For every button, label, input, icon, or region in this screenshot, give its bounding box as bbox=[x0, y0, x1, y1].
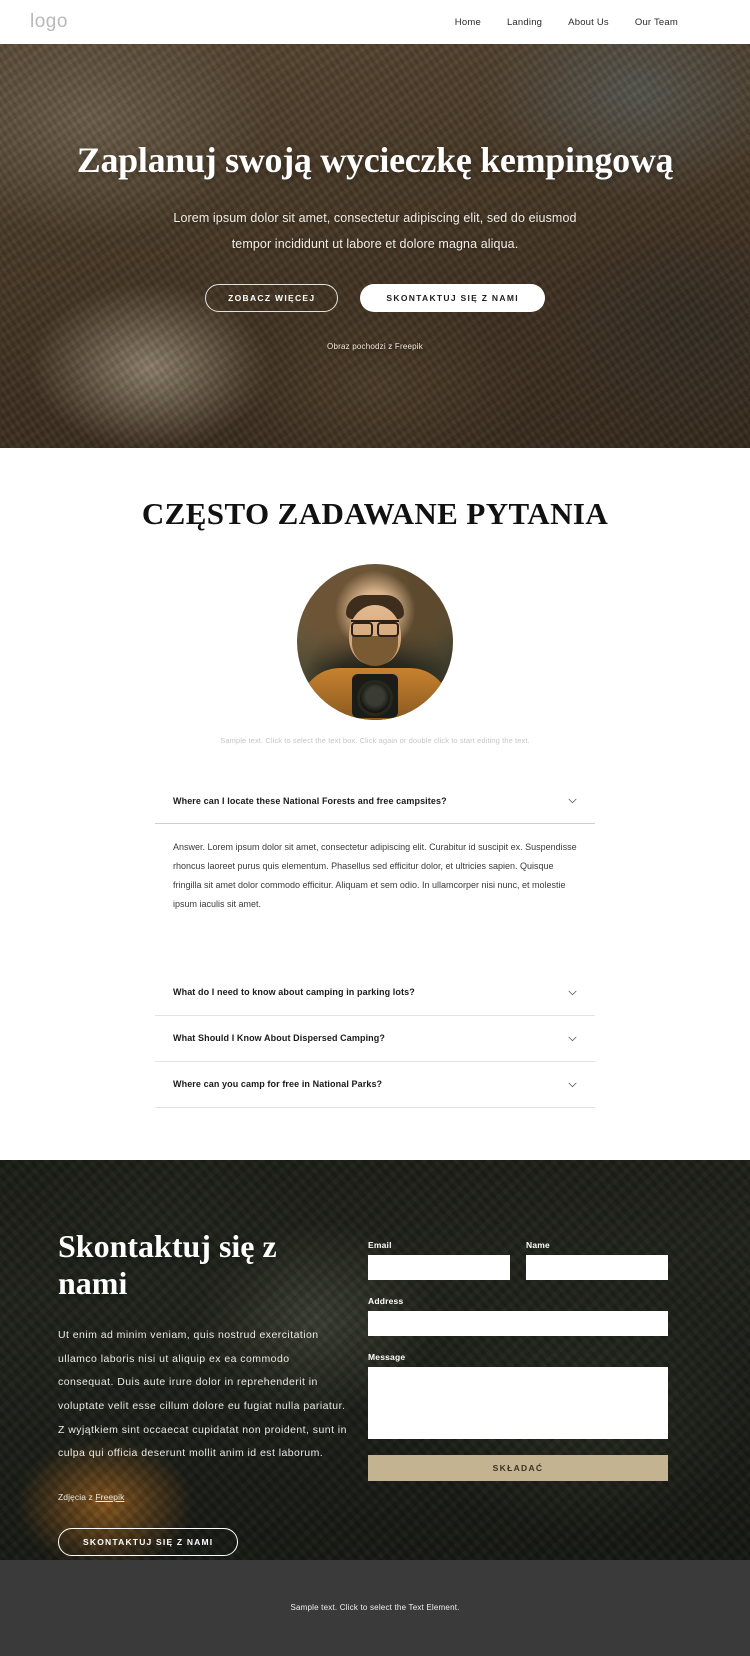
avatar bbox=[297, 564, 453, 720]
glasses-icon bbox=[351, 620, 399, 638]
hero-image-credit: Obraz pochodzi z Freepik bbox=[327, 341, 423, 351]
main-navigation: Home Landing About Us Our Team bbox=[455, 17, 720, 28]
contact-us-button-secondary[interactable]: SKONTAKTUJ SIĘ Z NAMI bbox=[58, 1527, 239, 1556]
hero-title: Zaplanuj swoją wycieczkę kempingową bbox=[76, 140, 674, 180]
faq-item-1[interactable]: Where can I locate these National Forest… bbox=[155, 778, 595, 825]
name-label: Name bbox=[526, 1239, 550, 1250]
avatar-beard bbox=[352, 635, 398, 666]
nav-item-home[interactable]: Home bbox=[455, 17, 481, 28]
contact-title: Skontaktuj się z nami bbox=[58, 1227, 277, 1301]
message-label: Message bbox=[368, 1351, 406, 1362]
hero-section: Zaplanuj swoją wycieczkę kempingową Lore… bbox=[0, 44, 750, 448]
nav-item-landing[interactable]: Landing bbox=[507, 17, 542, 28]
contact-description: Ut enim ad minim veniam, quis nostrud ex… bbox=[58, 1329, 347, 1460]
chevron-down-icon[interactable] bbox=[566, 986, 579, 999]
site-header: logo Home Landing About Us Our Team bbox=[0, 0, 750, 44]
faq-item-2-header[interactable]: What do I need to know about camping in … bbox=[155, 970, 595, 1015]
address-input[interactable] bbox=[368, 1310, 668, 1336]
nav-item-about-us[interactable]: About Us bbox=[568, 17, 609, 28]
submit-button[interactable]: SKŁADAĆ bbox=[368, 1454, 668, 1481]
faq-item-3-question: What Should I Know About Dispersed Campi… bbox=[173, 1033, 385, 1044]
faq-section: CZĘSTO ZADAWANE PYTANIA Sample text. Cli… bbox=[0, 448, 750, 1160]
message-input[interactable] bbox=[368, 1366, 668, 1439]
email-field-group: Email bbox=[368, 1240, 510, 1280]
landing-page: logo Home Landing About Us Our Team Zapl… bbox=[0, 0, 750, 1656]
email-label: Email bbox=[368, 1239, 392, 1250]
faq-item-1-question: Where can I locate these National Forest… bbox=[173, 795, 447, 806]
faq-sample-note: Sample text. Click to select the text bo… bbox=[220, 736, 530, 745]
chevron-down-icon[interactable] bbox=[566, 1032, 579, 1045]
credit-link[interactable]: Freepik bbox=[95, 1492, 124, 1502]
faq-item-4[interactable]: Where can you camp for free in National … bbox=[155, 1062, 595, 1108]
faq-accordion: Where can I locate these National Forest… bbox=[155, 778, 595, 1108]
name-input[interactable] bbox=[526, 1254, 668, 1280]
message-field-group: Message bbox=[368, 1352, 668, 1439]
chevron-down-icon[interactable] bbox=[566, 794, 579, 807]
faq-title: CZĘSTO ZADAWANE PYTANIA bbox=[141, 496, 609, 531]
contact-info: Skontaktuj się z nami Ut enim ad minim v… bbox=[58, 1228, 348, 1556]
faq-item-1-header[interactable]: Where can I locate these National Forest… bbox=[155, 778, 595, 823]
faq-item-2[interactable]: What do I need to know about camping in … bbox=[155, 970, 595, 1016]
camera-lens-icon bbox=[357, 680, 393, 716]
footer-text: Sample text. Click to select the Text El… bbox=[290, 1603, 460, 1613]
faq-item-2-question: What do I need to know about camping in … bbox=[173, 987, 415, 998]
contact-image-credit: Zdjęcia z Freepik bbox=[58, 1492, 348, 1502]
email-input[interactable] bbox=[368, 1254, 510, 1280]
contact-form: Email Name Address Message SKŁADAĆ bbox=[368, 1228, 668, 1556]
credit-prefix: Zdjęcia z bbox=[58, 1491, 96, 1502]
faq-item-3[interactable]: What Should I Know About Dispersed Campi… bbox=[155, 1016, 595, 1062]
see-more-button[interactable]: ZOBACZ WIĘCEJ bbox=[205, 283, 339, 312]
faq-item-4-header[interactable]: Where can you camp for free in National … bbox=[155, 1062, 595, 1107]
faq-item-1-answer: Answer. Lorem ipsum dolor sit amet, cons… bbox=[173, 842, 577, 909]
faq-item-3-header[interactable]: What Should I Know About Dispersed Campi… bbox=[155, 1016, 595, 1061]
logo[interactable]: logo bbox=[30, 11, 68, 33]
hero-buttons: ZOBACZ WIĘCEJ SKONTAKTUJ SIĘ Z NAMI bbox=[0, 283, 750, 312]
nav-item-our-team[interactable]: Our Team bbox=[635, 17, 678, 28]
faq-item-4-question: Where can you camp for free in National … bbox=[173, 1079, 383, 1090]
site-footer: Sample text. Click to select the Text El… bbox=[0, 1559, 750, 1656]
chevron-down-icon[interactable] bbox=[566, 1078, 579, 1091]
address-label: Address bbox=[368, 1295, 404, 1306]
contact-us-button[interactable]: SKONTAKTUJ SIĘ Z NAMI bbox=[360, 283, 545, 312]
address-field-group: Address bbox=[368, 1296, 668, 1336]
hero-subtitle: Lorem ipsum dolor sit amet, consectetur … bbox=[173, 211, 577, 251]
contact-section: Skontaktuj się z nami Ut enim ad minim v… bbox=[0, 1159, 750, 1560]
faq-spacer bbox=[155, 944, 595, 970]
name-field-group: Name bbox=[526, 1240, 668, 1280]
